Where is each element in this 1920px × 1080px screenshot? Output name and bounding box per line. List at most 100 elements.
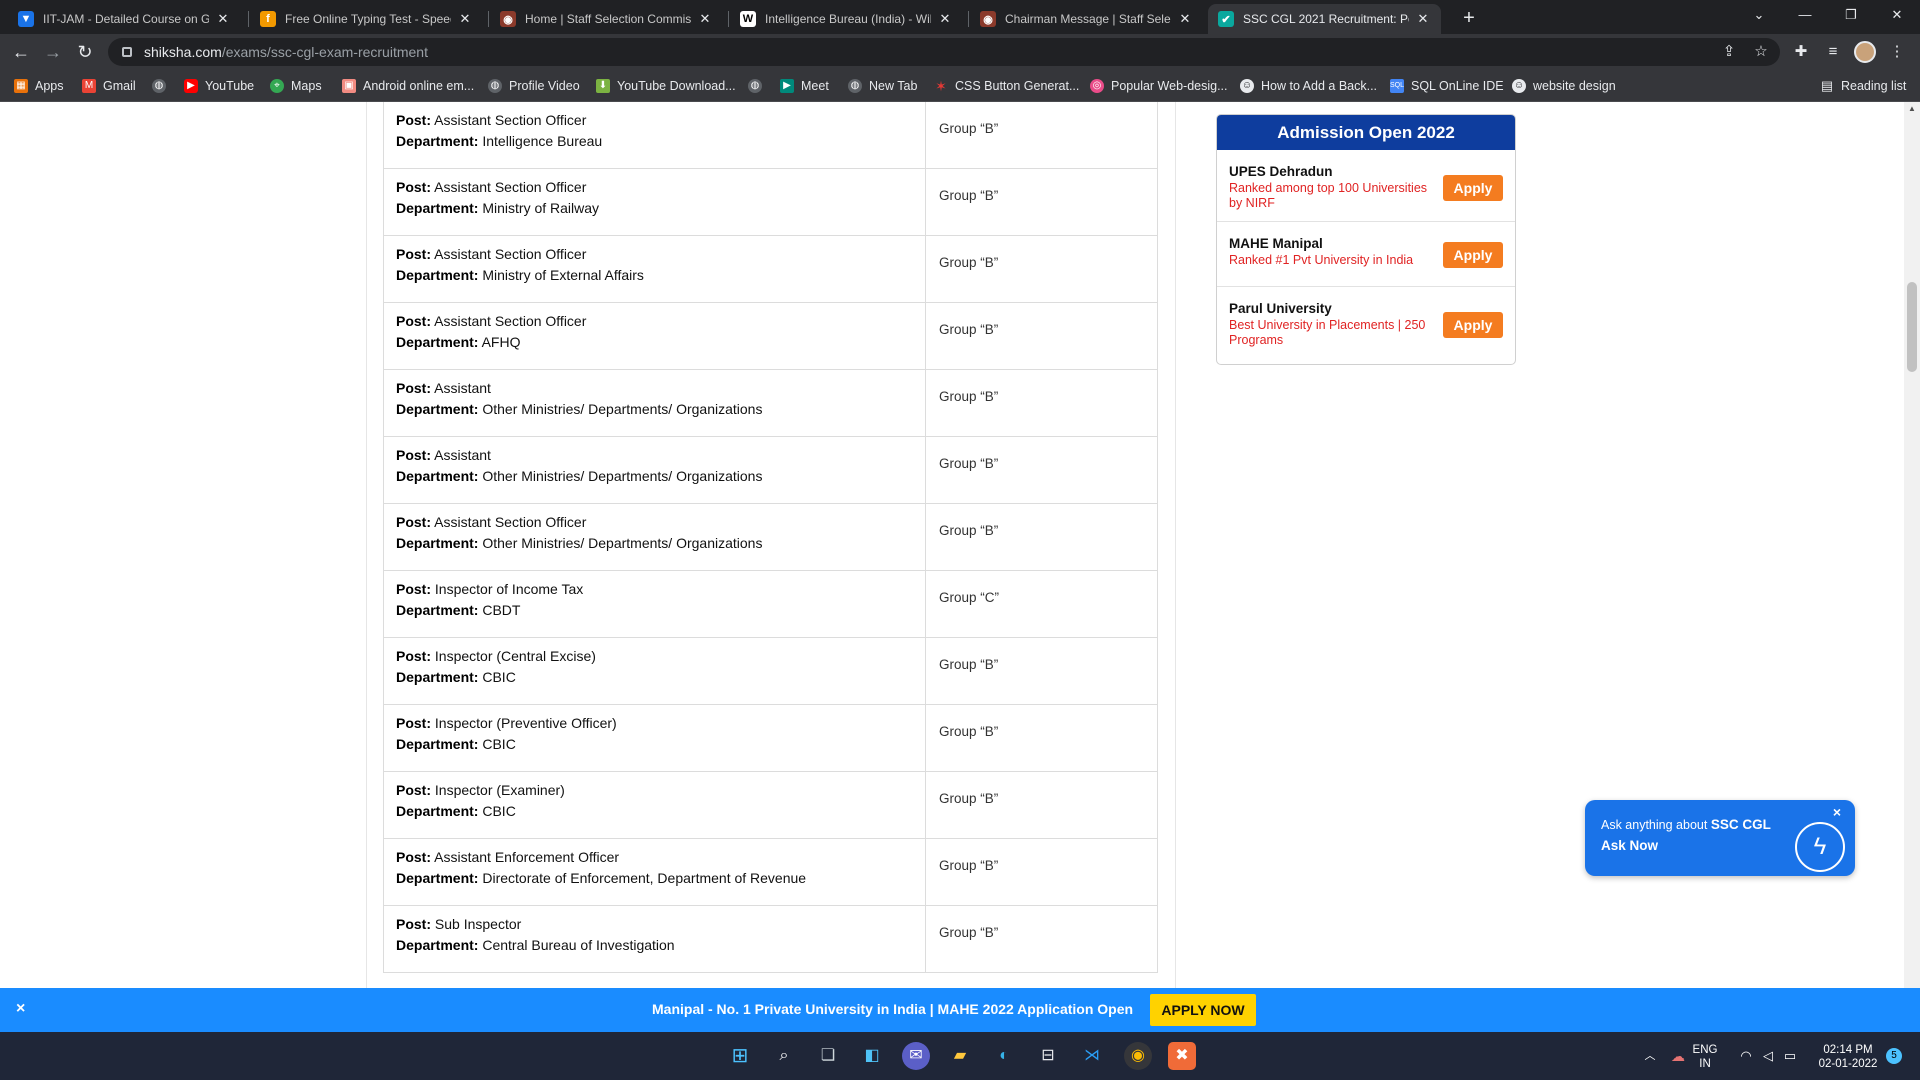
browser-toolbar: ← → ↻ shiksha.com /exams/ssc-cgl-exam-re… <box>0 34 1920 70</box>
bookmark-youtube-download[interactable]: ⬇ YouTube Download... <box>596 76 736 96</box>
back-icon[interactable]: ← <box>8 39 34 65</box>
battery-icon[interactable]: ▭ <box>1776 1042 1804 1070</box>
page-scrollbar[interactable]: ▲ ▼ <box>1904 102 1920 1030</box>
widgets-icon[interactable]: ◧ <box>858 1042 886 1070</box>
apply-button[interactable]: Apply <box>1443 312 1503 338</box>
tab-favicon-icon: ✔ <box>1218 11 1234 27</box>
browser-menu-icon[interactable]: ⋮ <box>1886 41 1908 63</box>
table-row: Post: Assistant Section Officer Departmen… <box>383 303 1158 370</box>
bookmark-globe[interactable]: ◍ <box>152 76 173 96</box>
windows-start-icon[interactable]: ⊞ <box>726 1042 754 1070</box>
bookmark-how-to-add[interactable]: ☺ How to Add a Back... <box>1240 76 1377 96</box>
tab-close-icon[interactable]: ✕ <box>1177 11 1193 27</box>
extensions-puzzle-icon[interactable]: ✚ <box>1790 41 1812 63</box>
ask-widget-close-icon[interactable]: × <box>1833 804 1841 820</box>
bookmark-meet[interactable]: ▶ Meet <box>780 76 829 96</box>
youtube-icon: ▶ <box>184 79 198 93</box>
department-label: Department: <box>396 200 479 216</box>
new-tab-button[interactable]: + <box>1455 4 1483 32</box>
table-row: Post: Inspector of Income Tax Department:… <box>383 571 1158 638</box>
browser-tab[interactable]: ◉ Home | Staff Selection Commissi ✕ <box>490 4 723 34</box>
browser-tab[interactable]: ◉ Chairman Message | Staff Selecti ✕ <box>970 4 1203 34</box>
file-explorer-icon[interactable]: ▰ <box>946 1042 974 1070</box>
window-close-icon[interactable]: ✕ <box>1874 0 1920 30</box>
scroll-up-icon[interactable]: ▲ <box>1904 102 1920 116</box>
table-row: Post: Assistant Section Officer Departmen… <box>383 102 1158 169</box>
tab-search-icon[interactable]: ⌄ <box>1736 0 1782 30</box>
browser-tab[interactable]: ▼ IIT-JAM - Detailed Course on Gro ✕ <box>8 4 241 34</box>
bookmark-youtube[interactable]: ▶ YouTube <box>184 76 254 96</box>
bookmark-android[interactable]: ▣ Android online em... <box>342 76 474 96</box>
bookmark-sql-ide[interactable]: SQL SQL OnLine IDE <box>1390 76 1504 96</box>
address-bar[interactable]: shiksha.com /exams/ssc-cgl-exam-recruitm… <box>108 38 1780 66</box>
bookmark-gmail[interactable]: M Gmail <box>82 76 136 96</box>
department-name: CBIC <box>482 669 516 685</box>
url-path: /exams/ssc-cgl-exam-recruitment <box>221 44 428 60</box>
tab-close-icon[interactable]: ✕ <box>1415 11 1431 27</box>
admission-widget: Admission Open 2022 UPES Dehradun Ranked… <box>1216 114 1516 365</box>
profile-avatar[interactable] <box>1854 41 1876 63</box>
ask-now-link[interactable]: Ask Now <box>1601 838 1658 853</box>
bookmark-profile-video[interactable]: ◍ Profile Video <box>488 76 580 96</box>
notification-badge[interactable]: 5 <box>1886 1048 1902 1064</box>
vscode-icon[interactable]: ⋊ <box>1078 1042 1106 1070</box>
scrollbar-thumb[interactable] <box>1907 282 1917 372</box>
search-icon[interactable]: ⌕ <box>770 1042 798 1070</box>
department-label: Department: <box>396 937 479 953</box>
tab-close-icon[interactable]: ✕ <box>215 11 231 27</box>
bookmark-star-icon[interactable]: ☆ <box>1750 41 1772 63</box>
xampp-icon[interactable]: ✖ <box>1168 1042 1196 1070</box>
table-row: Post: Assistant Department: Other Ministr… <box>383 437 1158 504</box>
lightning-icon[interactable]: ϟ <box>1795 822 1845 872</box>
browser-tab[interactable]: f Free Online Typing Test - SpeedT ✕ <box>250 4 483 34</box>
edge-icon[interactable]: ◐ <box>990 1042 1018 1070</box>
tab-close-icon[interactable]: ✕ <box>457 11 473 27</box>
department-line: Department: Directorate of Enforcement, … <box>396 868 913 889</box>
promo-text[interactable]: Manipal - No. 1 Private University in In… <box>652 1001 1133 1017</box>
apply-button[interactable]: Apply <box>1443 175 1503 201</box>
apply-now-button[interactable]: APPLY NOW <box>1150 994 1256 1026</box>
bookmark-apps[interactable]: ▦ Apps <box>14 76 64 96</box>
university-description: Ranked among top 100 Universities by NIR… <box>1229 181 1428 210</box>
store-icon[interactable]: ⊟ <box>1034 1042 1062 1070</box>
post-cell: Post: Inspector (Central Excise) Departme… <box>384 638 926 704</box>
post-title: Assistant Section Officer <box>434 179 587 195</box>
post-line: Post: Sub Inspector <box>396 914 913 935</box>
chrome-icon[interactable]: ◉ <box>1124 1042 1152 1070</box>
tray-chevron-icon[interactable]: ︿ <box>1636 1042 1664 1070</box>
bookmark-maps[interactable]: ⌖ Maps <box>270 76 322 96</box>
group-cell: Group “B” <box>939 188 999 203</box>
ask-question-widget[interactable]: Ask anything about SSC CGL Ask Now × ϟ <box>1585 800 1855 876</box>
bookmark-new-tab[interactable]: ◍ New Tab <box>848 76 917 96</box>
bookmark-globe[interactable]: ◍ <box>748 76 769 96</box>
bookmark-website-design[interactable]: ☺ website design <box>1512 76 1616 96</box>
share-icon[interactable]: ⇪ <box>1718 41 1740 63</box>
restore-icon[interactable]: ❐ <box>1828 0 1874 30</box>
browser-tab[interactable]: W Intelligence Bureau (India) - Wiki ✕ <box>730 4 963 34</box>
tab-close-icon[interactable]: ✕ <box>697 11 713 27</box>
post-label: Post: <box>396 447 431 463</box>
input-language[interactable]: ENG IN <box>1690 1043 1720 1071</box>
media-control-icon[interactable]: ≡ <box>1822 41 1844 63</box>
minimize-icon[interactable]: — <box>1782 0 1828 30</box>
bookmark-popular-web[interactable]: ◎ Popular Web-desig... <box>1090 76 1228 96</box>
post-line: Post: Assistant Section Officer <box>396 244 913 265</box>
university-item: MAHE Manipal Ranked #1 Pvt University in… <box>1217 222 1515 287</box>
chat-icon[interactable]: ✉ <box>902 1042 930 1070</box>
forward-icon[interactable]: → <box>40 39 66 65</box>
group-cell: Group “B” <box>939 791 999 806</box>
promo-close-icon[interactable]: × <box>16 1000 25 1018</box>
browser-tab-active[interactable]: ✔ SSC CGL 2021 Recruitment: Posts ✕ <box>1208 4 1441 34</box>
clock[interactable]: 02:14 PM 02-01-2022 <box>1808 1043 1888 1071</box>
bookmark-css-button[interactable]: ✶ CSS Button Generat... <box>934 76 1079 96</box>
task-view-icon[interactable]: ❏ <box>814 1042 842 1070</box>
apply-button[interactable]: Apply <box>1443 242 1503 268</box>
onedrive-icon[interactable]: ☁ <box>1664 1042 1692 1070</box>
tab-close-icon[interactable]: ✕ <box>937 11 953 27</box>
department-name: Intelligence Bureau <box>482 133 603 149</box>
department-line: Department: Other Ministries/ Department… <box>396 533 913 554</box>
reading-list-button[interactable]: ▤ Reading list <box>1820 76 1906 96</box>
post-label: Post: <box>396 581 431 597</box>
reload-icon[interactable]: ↻ <box>72 39 98 65</box>
department-name: CBDT <box>482 602 521 618</box>
